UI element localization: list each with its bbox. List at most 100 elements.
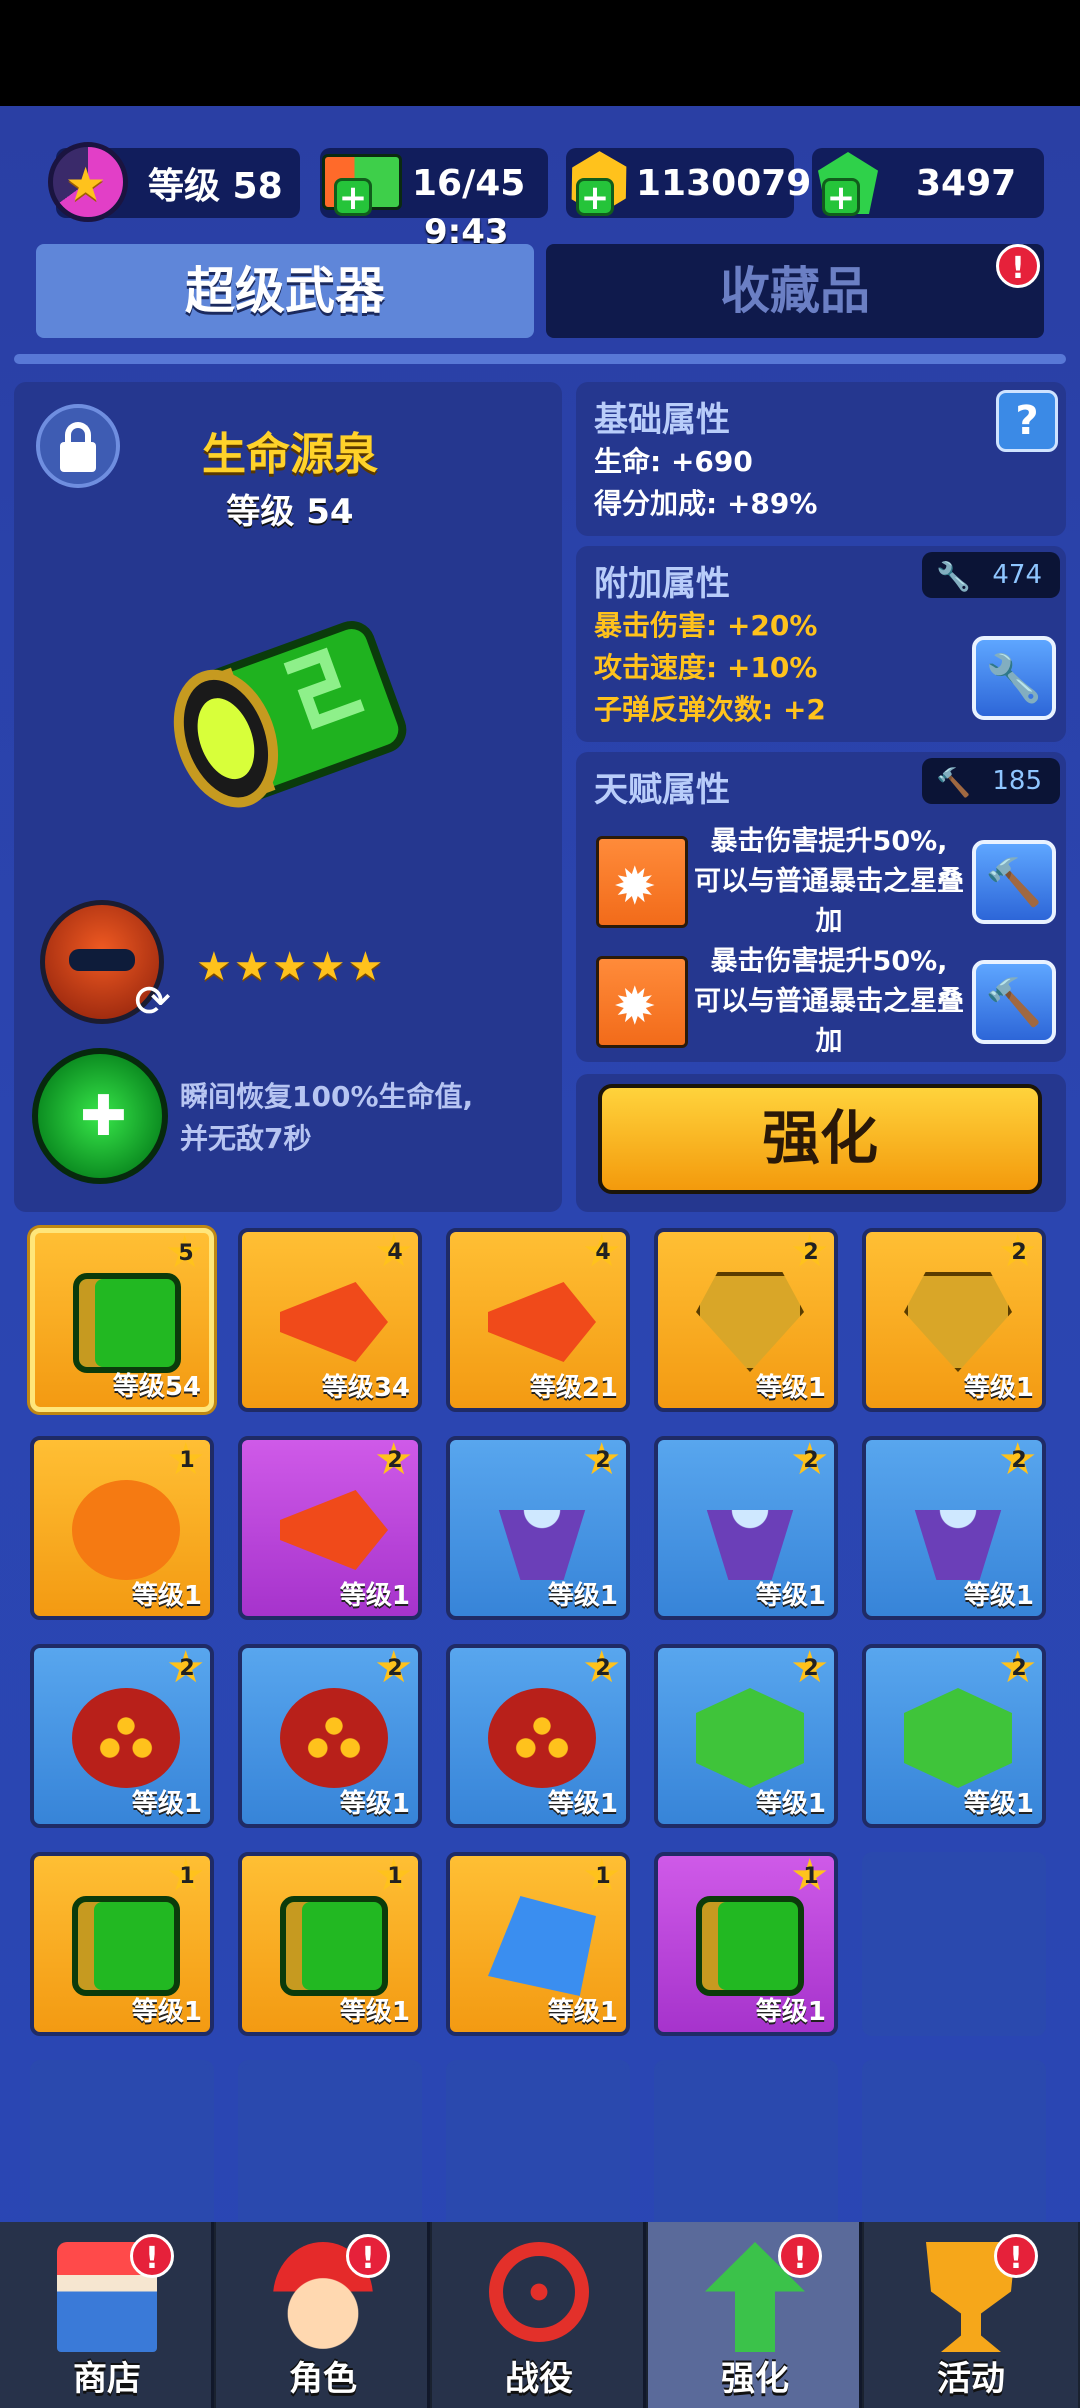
inventory-slot[interactable]: ★ 2 等级1 bbox=[654, 1436, 838, 1620]
lightning-crystal-icon bbox=[498, 1510, 586, 1580]
inventory-slot[interactable]: ★ 2 等级1 bbox=[446, 1436, 630, 1620]
gem-plus-icon[interactable]: + bbox=[822, 178, 860, 216]
gem-value: 3497 bbox=[916, 162, 1017, 204]
slot-level: 等级54 bbox=[112, 1372, 201, 1402]
shop-alert-icon: ! bbox=[130, 2234, 174, 2278]
nav-campaign-label: 战役 bbox=[505, 2359, 573, 2399]
crit-damage-attribute: 暴击伤害: +20% bbox=[594, 609, 818, 642]
slot-level: 等级1 bbox=[547, 1581, 618, 1611]
green-cubes-icon bbox=[696, 1688, 804, 1788]
inventory-slot[interactable]: ★ 1 等级1 bbox=[30, 1852, 214, 2036]
talent-1-line1: 暴击伤害提升50%, bbox=[710, 826, 948, 857]
red-orb-icon bbox=[280, 1688, 388, 1788]
swap-icon: ⟳ bbox=[134, 976, 171, 1027]
talent-attributes-title: 天赋属性 bbox=[594, 770, 730, 810]
star-badge-icon: ★ 2 bbox=[790, 1646, 832, 1692]
skill-desc-line1: 瞬间恢复100%生命值, bbox=[180, 1080, 474, 1113]
star-count: 1 bbox=[387, 1864, 403, 1889]
inventory-slot[interactable]: ★ 2 等级1 bbox=[654, 1644, 838, 1828]
slot-level: 等级1 bbox=[963, 1373, 1034, 1403]
slot-level: 等级1 bbox=[963, 1581, 1034, 1611]
star-count: 2 bbox=[803, 1656, 819, 1681]
inventory-slot[interactable]: ★ 2 等级1 bbox=[238, 1436, 422, 1620]
talent-1-line3: 加 bbox=[815, 906, 843, 937]
inventory-slot[interactable]: ★ 2 等级1 bbox=[654, 1228, 838, 1412]
hammer-icon: 🔨 bbox=[936, 766, 971, 799]
star-badge-icon: ★ 2 bbox=[790, 1438, 832, 1484]
heal-skill-icon: ✚ bbox=[32, 1048, 168, 1184]
energy-plus-icon[interactable]: + bbox=[334, 178, 372, 216]
inventory-slot[interactable]: ★ 1 等级1 bbox=[446, 1852, 630, 2036]
nav-campaign[interactable]: 战役 bbox=[432, 2222, 646, 2408]
nav-events[interactable]: ! 活动 bbox=[864, 2222, 1078, 2408]
skill-desc-line2: 并无敌7秒 bbox=[180, 1122, 312, 1155]
hero-avatar[interactable]: ⟳ bbox=[40, 900, 171, 1027]
energy-display[interactable]: + 16/45 bbox=[320, 148, 548, 218]
inventory-slot[interactable]: ★ 4 等级34 bbox=[238, 1228, 422, 1412]
level-star-icon: ★ bbox=[48, 142, 128, 222]
star-count: 1 bbox=[179, 1448, 195, 1473]
slot-level: 等级1 bbox=[547, 1789, 618, 1819]
nav-character[interactable]: ! 角色 bbox=[216, 2222, 430, 2408]
lock-icon[interactable] bbox=[36, 404, 120, 488]
star-badge-icon: ★ 2 bbox=[998, 1438, 1040, 1484]
star-badge-icon: ★ 2 bbox=[998, 1646, 1040, 1692]
inventory-slot[interactable]: ★ 5 等级54 bbox=[30, 1228, 214, 1412]
inventory-slot[interactable]: ★ 4 等级21 bbox=[446, 1228, 630, 1412]
star-count: 2 bbox=[595, 1448, 611, 1473]
inventory-slot[interactable]: ★ 2 等级1 bbox=[862, 1644, 1046, 1828]
collectibles-alert-icon: ! bbox=[996, 244, 1040, 288]
star-badge-icon: ★ 1 bbox=[166, 1854, 208, 1900]
star-count: 2 bbox=[803, 1448, 819, 1473]
star-count: 2 bbox=[1011, 1656, 1027, 1681]
rocket-icon bbox=[280, 1282, 388, 1362]
slot-level: 等级1 bbox=[547, 1997, 618, 2027]
bullet-bounce-attribute: 子弹反弹次数: +2 bbox=[594, 693, 826, 726]
star-badge-icon: ★ 2 bbox=[582, 1438, 624, 1484]
empty-inventory-slot bbox=[446, 2060, 630, 2244]
star-badge-icon: ★ 2 bbox=[166, 1646, 208, 1692]
hammer-count: 185 bbox=[992, 766, 1042, 796]
inventory-slot[interactable]: ★ 1 等级1 bbox=[238, 1852, 422, 2036]
star-badge-icon: ★ 5 bbox=[165, 1231, 207, 1277]
slot-level: 等级1 bbox=[755, 1581, 826, 1611]
star-count: 2 bbox=[387, 1448, 403, 1473]
reroll-talent-2-button[interactable]: 🔨 bbox=[972, 960, 1056, 1044]
inventory-slot[interactable]: ★ 2 等级1 bbox=[238, 1644, 422, 1828]
hammer-button-icon: 🔨 bbox=[985, 975, 1043, 1029]
reroll-talent-1-button[interactable]: 🔨 bbox=[972, 840, 1056, 924]
talent-2-line3: 加 bbox=[815, 1026, 843, 1057]
nav-shop[interactable]: ! 商店 bbox=[0, 2222, 214, 2408]
star-badge-icon: ★ 2 bbox=[790, 1230, 832, 1276]
inventory-slot[interactable]: ★ 2 等级1 bbox=[862, 1436, 1046, 1620]
slot-level: 等级21 bbox=[529, 1373, 618, 1403]
gem-display[interactable]: + 3497 bbox=[812, 148, 1044, 218]
empty-inventory-slot bbox=[30, 2060, 214, 2244]
skill-description: 瞬间恢复100%生命值, 并无敌7秒 bbox=[180, 1076, 540, 1160]
reroll-extra-button[interactable]: 🔧 bbox=[972, 636, 1056, 720]
enhance-button[interactable]: 强化 bbox=[598, 1084, 1042, 1194]
tab-super-weapons[interactable]: 超级武器 bbox=[36, 244, 534, 338]
wrench-button-icon: 🔧 bbox=[985, 651, 1043, 705]
lightning-crystal-icon bbox=[706, 1510, 794, 1580]
inventory-slot[interactable]: ★ 1 等级1 bbox=[30, 1436, 214, 1620]
star-count: 4 bbox=[595, 1240, 611, 1265]
inventory-slot[interactable]: ★ 2 等级1 bbox=[446, 1644, 630, 1828]
tab-collectibles[interactable]: 收藏品 bbox=[546, 244, 1044, 338]
red-orb-icon bbox=[488, 1688, 596, 1788]
inventory-slot[interactable]: ★ 2 等级1 bbox=[30, 1644, 214, 1828]
nav-enhance[interactable]: ! 强化 bbox=[648, 2222, 862, 2408]
base-attributes-title: 基础属性 bbox=[594, 400, 730, 440]
slot-level: 等级1 bbox=[755, 1789, 826, 1819]
help-button[interactable]: ? bbox=[996, 390, 1058, 452]
gold-value: 1130079 bbox=[636, 162, 812, 204]
green-pipe-icon bbox=[73, 1273, 181, 1373]
level-display[interactable]: ★ 等级 58 bbox=[48, 142, 300, 222]
talent-2-line1: 暴击伤害提升50%, bbox=[710, 946, 948, 977]
gold-plus-icon[interactable]: + bbox=[576, 178, 614, 216]
inventory-slot[interactable]: ★ 1 等级1 bbox=[654, 1852, 838, 2036]
star-badge-icon: ★ 2 bbox=[582, 1646, 624, 1692]
gold-display[interactable]: + 1130079 bbox=[566, 148, 811, 218]
nav-enhance-label: 强化 bbox=[721, 2359, 789, 2399]
inventory-slot[interactable]: ★ 2 等级1 bbox=[862, 1228, 1046, 1412]
